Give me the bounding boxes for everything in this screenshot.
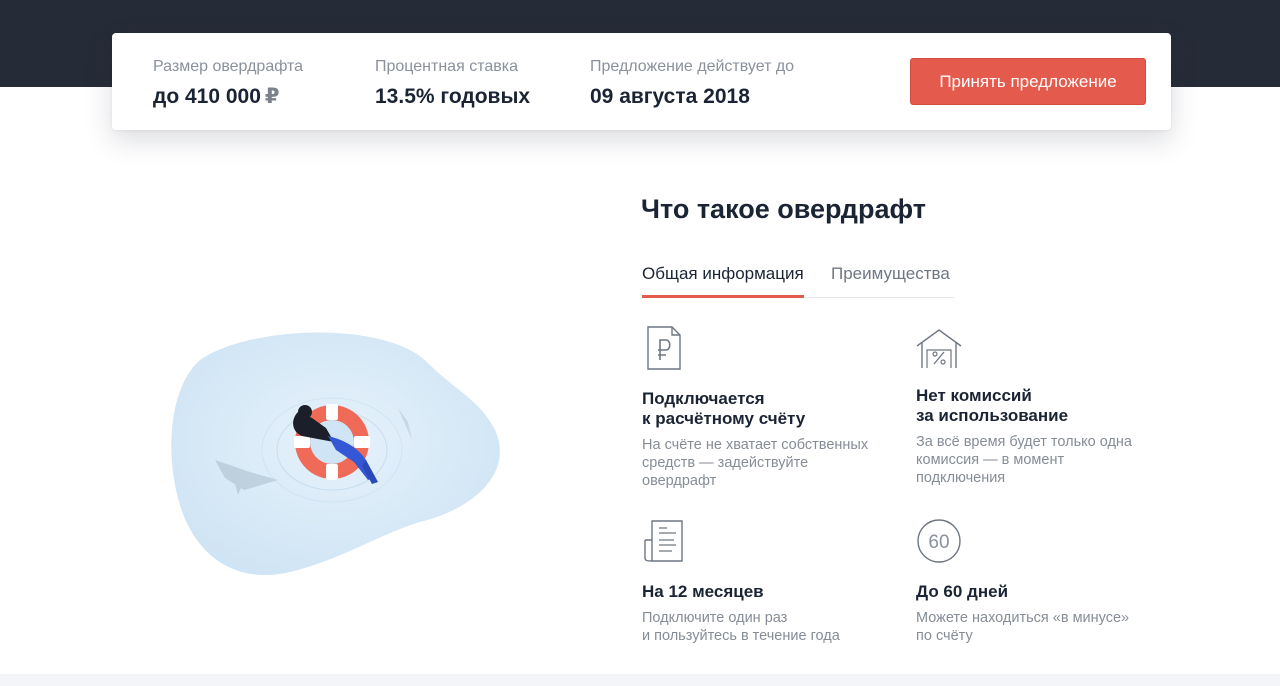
offer-card: Размер овердрафта до 410 000 ₽ Процентная… <box>112 33 1171 130</box>
feature-desc-line: Можете находиться «в минусе» <box>916 610 1130 626</box>
overdraft-size-label: Размер овердрафта <box>153 58 304 75</box>
feature-desc-line: по счёту <box>916 628 973 644</box>
house-percent-icon <box>916 329 962 368</box>
interest-rate-field: Процентная ставка 13.5% годовых <box>375 57 530 110</box>
sixty-circle-icon: 60 <box>917 519 961 563</box>
info-tabs: Общая информация Преимущества <box>642 264 954 298</box>
offer-valid-label: Предложение действует до <box>590 58 795 75</box>
ruble-sign: ₽ <box>264 85 280 108</box>
section-title: Что такое овердрафт <box>641 194 926 224</box>
bottom-band <box>0 674 1280 686</box>
feature-description: На счёте не хватает собственных средств … <box>642 436 892 490</box>
feature-description: Подключите один раз и пользуйтесь в тече… <box>642 609 892 645</box>
feature-desc-line: средств — задействуйте <box>642 455 809 471</box>
feature-desc-line: подключения <box>916 470 1006 486</box>
lifebuoy-illustration <box>171 332 500 576</box>
document-icon <box>644 520 683 562</box>
feature-title-line: Нет комиссий <box>916 386 1032 405</box>
offer-valid-value: 09 августа 2018 <box>590 85 750 108</box>
feature-description: За всё время будет только одна комиссия … <box>916 433 1166 487</box>
sixty-icon-text: 60 <box>928 532 949 553</box>
feature-desc-line: и пользуйтесь в течение года <box>642 628 840 644</box>
overdraft-size-value: до 410 000 ₽ <box>153 84 303 110</box>
interest-rate-value: 13.5% годовых <box>375 85 531 108</box>
feature-desc-line: комиссия — в момент <box>916 452 1065 468</box>
feature-desc-line: За всё время будет только одна <box>916 434 1132 450</box>
tab-advantages[interactable]: Преимущества <box>831 264 950 298</box>
feature-title-line: за использование <box>916 406 1069 425</box>
feature-title-line: До 60 дней <box>916 582 1009 601</box>
feature-description: Можете находиться «в минусе» по счёту <box>916 609 1166 645</box>
offer-valid-field: Предложение действует до 09 августа 2018 <box>590 57 794 110</box>
feature-title-line: На 12 месяцев <box>642 582 764 601</box>
feature-title: До 60 дней <box>916 582 1008 602</box>
feature-title: Подключается к расчётному счёту <box>642 389 805 429</box>
ruble-document-icon <box>647 326 681 370</box>
feature-title: Нет комиссий за использование <box>916 386 1068 426</box>
feature-title: На 12 месяцев <box>642 582 764 602</box>
overdraft-amount: до 410 000 <box>153 85 261 108</box>
overdraft-size-field: Размер овердрафта до 410 000 ₽ <box>153 57 303 110</box>
feature-title-line: Подключается <box>642 389 765 408</box>
feature-title-line: к расчётному счёту <box>642 409 806 428</box>
feature-desc-line: Подключите один раз <box>642 610 788 626</box>
interest-rate-label: Процентная ставка <box>375 58 518 75</box>
feature-desc-line: овердрафт <box>642 473 717 489</box>
accept-offer-button[interactable]: Принять предложение <box>910 58 1146 105</box>
tab-general-info[interactable]: Общая информация <box>642 264 804 298</box>
feature-desc-line: На счёте не хватает собственных <box>642 437 869 453</box>
